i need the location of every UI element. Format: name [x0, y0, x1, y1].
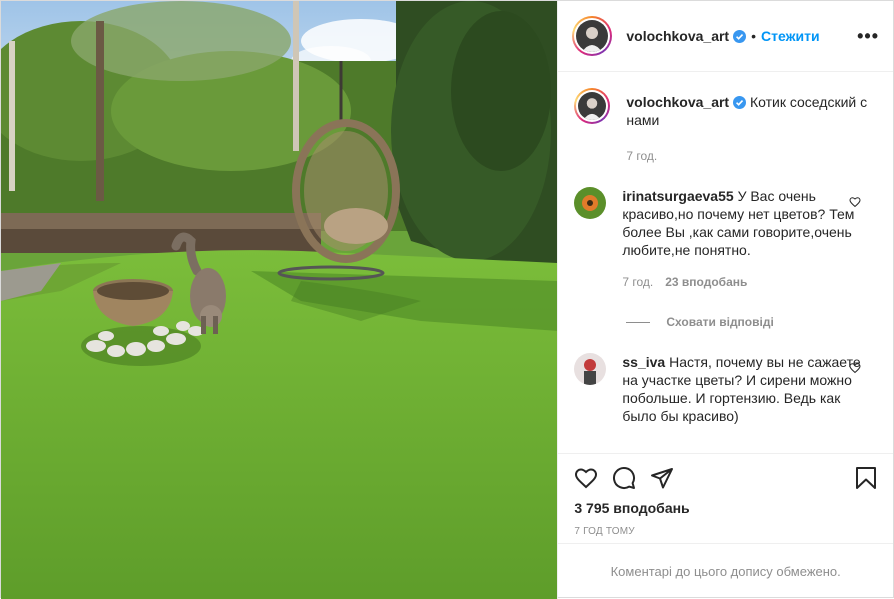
share-icon[interactable]	[650, 466, 674, 490]
heart-icon[interactable]	[574, 466, 598, 490]
more-icon[interactable]: •••	[857, 26, 879, 47]
bookmark-icon[interactable]	[855, 466, 877, 490]
comments-list: volochkova_art Котик соседский с нами 7 …	[558, 72, 893, 453]
comment-username[interactable]: irinatsurgaeva55	[622, 188, 733, 204]
author-avatar[interactable]	[572, 16, 613, 56]
thread-line	[626, 321, 651, 323]
comment-item: irinatsurgaeva55 У Вас очень красиво,но …	[574, 187, 877, 291]
post-photo[interactable]	[1, 1, 558, 599]
post-header: volochkova_art • Стежити •••	[558, 1, 893, 72]
caption: volochkova_art Котик соседский с нами 7 …	[574, 88, 877, 165]
comment-time[interactable]: 7 год.	[622, 273, 653, 291]
caption-username[interactable]: volochkova_art	[626, 94, 729, 110]
likes-count[interactable]: 3 795 вподобань	[574, 500, 877, 516]
comment-icon[interactable]	[612, 466, 636, 490]
caption-avatar-image	[578, 92, 607, 120]
verified-badge-icon	[733, 29, 747, 43]
post-side-panel: volochkova_art • Стежити ••• volochkova_…	[557, 1, 893, 599]
caption-avatar[interactable]	[574, 88, 611, 124]
commenter-avatar-image	[574, 187, 607, 219]
commenter-avatar[interactable]	[574, 353, 607, 385]
comment-item: ss_iva Настя, почему вы не сажаете на уч…	[574, 353, 877, 425]
comment-username[interactable]: ss_iva	[622, 354, 665, 370]
instagram-post: volochkova_art • Стежити ••• volochkova_…	[0, 0, 894, 599]
comment-likes[interactable]: 23 вподобань	[665, 273, 747, 291]
hide-replies-toggle[interactable]: Сховати відповіді	[626, 315, 877, 329]
comments-restricted-notice: Коментарі до цього допису обмежено.	[558, 543, 893, 599]
post-actions: 3 795 вподобань 7 ГОД ТОМУ	[558, 453, 893, 543]
hide-replies-label: Сховати відповіді	[666, 315, 774, 329]
follow-button[interactable]: Стежити	[761, 28, 820, 44]
author-username[interactable]: volochkova_art	[626, 28, 729, 44]
commenter-avatar-image	[574, 353, 607, 385]
garden-cat-photo	[1, 1, 558, 599]
author-avatar-image	[576, 20, 609, 52]
comment-like-heart-icon[interactable]	[849, 362, 861, 374]
verified-badge-icon	[733, 96, 747, 109]
post-time-ago[interactable]: 7 ГОД ТОМУ	[574, 526, 877, 537]
comment-like-heart-icon[interactable]	[849, 196, 861, 208]
commenter-avatar[interactable]	[574, 187, 607, 219]
separator-dot: •	[751, 28, 756, 44]
caption-time[interactable]: 7 год.	[626, 147, 657, 165]
